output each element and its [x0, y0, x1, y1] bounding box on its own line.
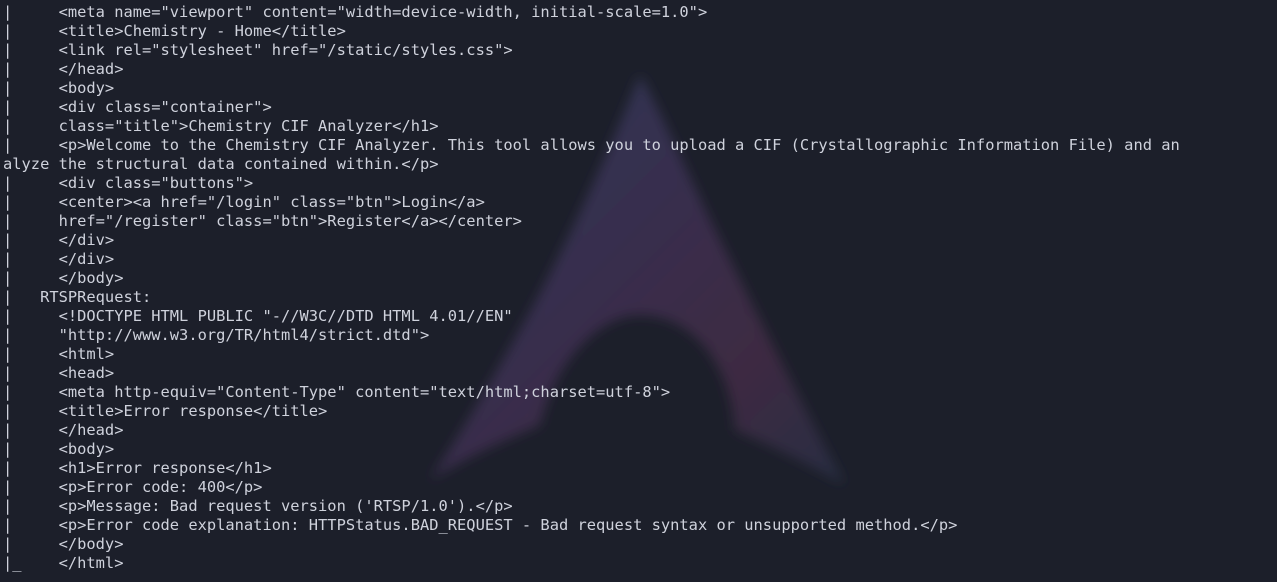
- terminal-line: | href="/register" class="btn">Register<…: [3, 212, 522, 230]
- terminal-line: | class="title">Chemistry CIF Analyzer</…: [3, 117, 439, 135]
- terminal-line: | </div>: [3, 231, 115, 249]
- terminal-line: | </div>: [3, 250, 115, 268]
- terminal-line: | <html>: [3, 345, 115, 363]
- terminal-line: | <p>Error code explanation: HTTPStatus.…: [3, 516, 958, 534]
- terminal-window[interactable]: | <meta name="viewport" content="width=d…: [0, 0, 1277, 582]
- terminal-line: | </body>: [3, 535, 124, 553]
- terminal-line: | <p>Error code: 400</p>: [3, 478, 263, 496]
- terminal-line: | <title>Error response</title>: [3, 402, 328, 420]
- terminal-line: | <p>Message: Bad request version ('RTSP…: [3, 497, 513, 515]
- terminal-line: | <div class="buttons">: [3, 174, 254, 192]
- terminal-line: | <head>: [3, 364, 115, 382]
- terminal-line: | <center><a href="/login" class="btn">L…: [3, 193, 485, 211]
- terminal-line: | <h1>Error response</h1>: [3, 459, 272, 477]
- terminal-line: | <div class="container">: [3, 98, 272, 116]
- terminal-line: | <meta name="viewport" content="width=d…: [3, 3, 708, 21]
- terminal-line: | <link rel="stylesheet" href="/static/s…: [3, 41, 513, 59]
- terminal-line: | <p>Welcome to the Chemistry CIF Analyz…: [3, 136, 1180, 154]
- terminal-line: | <meta http-equiv="Content-Type" conten…: [3, 383, 671, 401]
- terminal-line: alyze the structural data contained with…: [3, 155, 439, 173]
- terminal-output: | <meta name="viewport" content="width=d…: [3, 3, 1275, 573]
- terminal-line: | RTSPRequest:: [3, 288, 152, 306]
- terminal-line: | "http://www.w3.org/TR/html4/strict.dtd…: [3, 326, 430, 344]
- terminal-line: | </head>: [3, 60, 124, 78]
- terminal-line: |_ </html>: [3, 554, 124, 572]
- terminal-line: | </head>: [3, 421, 124, 439]
- terminal-line: | <!DOCTYPE HTML PUBLIC "-//W3C//DTD HTM…: [3, 307, 513, 325]
- terminal-line: | <title>Chemistry - Home</title>: [3, 22, 346, 40]
- terminal-line: | <body>: [3, 79, 115, 97]
- terminal-line: | </body>: [3, 269, 124, 287]
- terminal-line: | <body>: [3, 440, 115, 458]
